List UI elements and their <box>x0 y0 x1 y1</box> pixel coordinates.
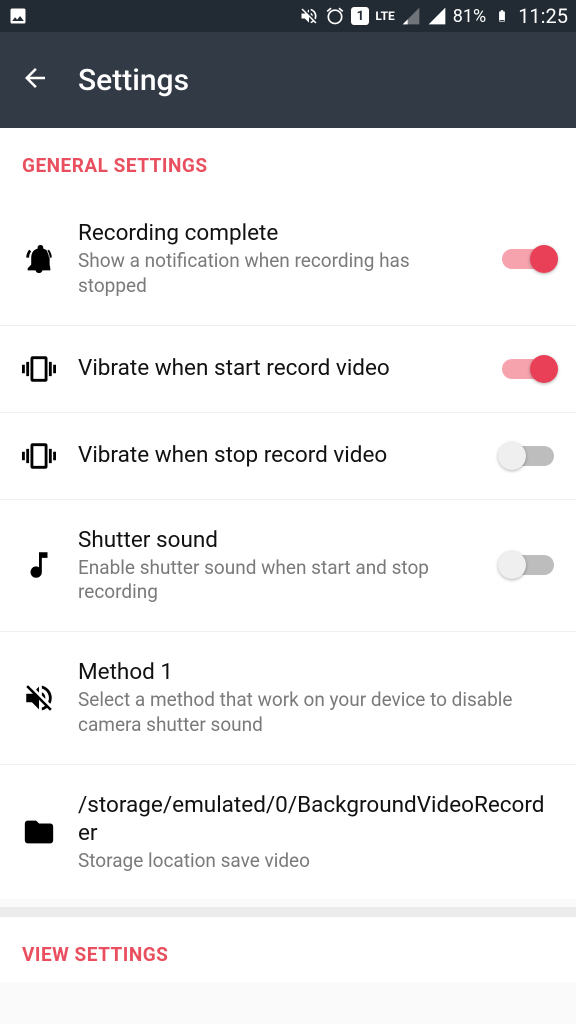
setting-vibrate-start[interactable]: Vibrate when start record video <box>0 325 576 412</box>
section-view-settings: VIEW SETTINGS <box>0 907 576 982</box>
signal-full-icon <box>427 6 447 26</box>
status-bar: 1 LTE 81% 11:25 <box>0 0 576 32</box>
signal-weak-icon <box>401 6 421 26</box>
setting-subtitle: Select a method that work on your device… <box>78 688 554 737</box>
setting-title: Recording complete <box>78 219 472 247</box>
setting-title: /storage/emulated/0/BackgroundVideoRecor… <box>78 791 554 847</box>
sim-card-icon: 1 <box>351 7 369 25</box>
mute-icon <box>299 6 319 26</box>
section-general-settings: GENERAL SETTINGS <box>0 128 576 193</box>
battery-icon <box>492 6 512 26</box>
bell-icon <box>16 242 62 276</box>
setting-title: Shutter sound <box>78 526 472 554</box>
setting-storage-location[interactable]: /storage/emulated/0/BackgroundVideoRecor… <box>0 764 576 900</box>
toggle-vibrate-start[interactable] <box>502 359 554 379</box>
alarm-icon <box>325 6 345 26</box>
page-title: Settings <box>78 63 189 98</box>
toggle-vibrate-stop[interactable] <box>502 446 554 466</box>
app-header: Settings <box>0 32 576 128</box>
music-note-icon <box>16 548 62 582</box>
toggle-recording-complete[interactable] <box>502 249 554 269</box>
setting-title: Vibrate when stop record video <box>78 441 472 469</box>
setting-vibrate-stop[interactable]: Vibrate when stop record video <box>0 412 576 499</box>
general-settings-list: Recording complete Show a notification w… <box>0 193 576 899</box>
vibrate-icon <box>16 352 62 386</box>
setting-disable-shutter-method[interactable]: Method 1 Select a method that work on yo… <box>0 631 576 764</box>
clock: 11:25 <box>518 4 568 28</box>
setting-recording-complete[interactable]: Recording complete Show a notification w… <box>0 193 576 325</box>
folder-icon <box>16 815 62 849</box>
battery-percent: 81% <box>453 6 486 27</box>
setting-subtitle: Storage location save video <box>78 849 554 874</box>
setting-title: Method 1 <box>78 658 554 686</box>
toggle-shutter-sound[interactable] <box>502 555 554 575</box>
vibrate-icon <box>16 439 62 473</box>
setting-shutter-sound[interactable]: Shutter sound Enable shutter sound when … <box>0 499 576 632</box>
image-icon <box>8 6 28 26</box>
setting-title: Vibrate when start record video <box>78 354 472 382</box>
setting-subtitle: Enable shutter sound when start and stop… <box>78 556 472 605</box>
volume-off-icon <box>16 681 62 715</box>
lte-indicator: LTE <box>375 10 394 22</box>
back-button[interactable] <box>20 63 50 97</box>
setting-subtitle: Show a notification when recording has s… <box>78 249 472 298</box>
